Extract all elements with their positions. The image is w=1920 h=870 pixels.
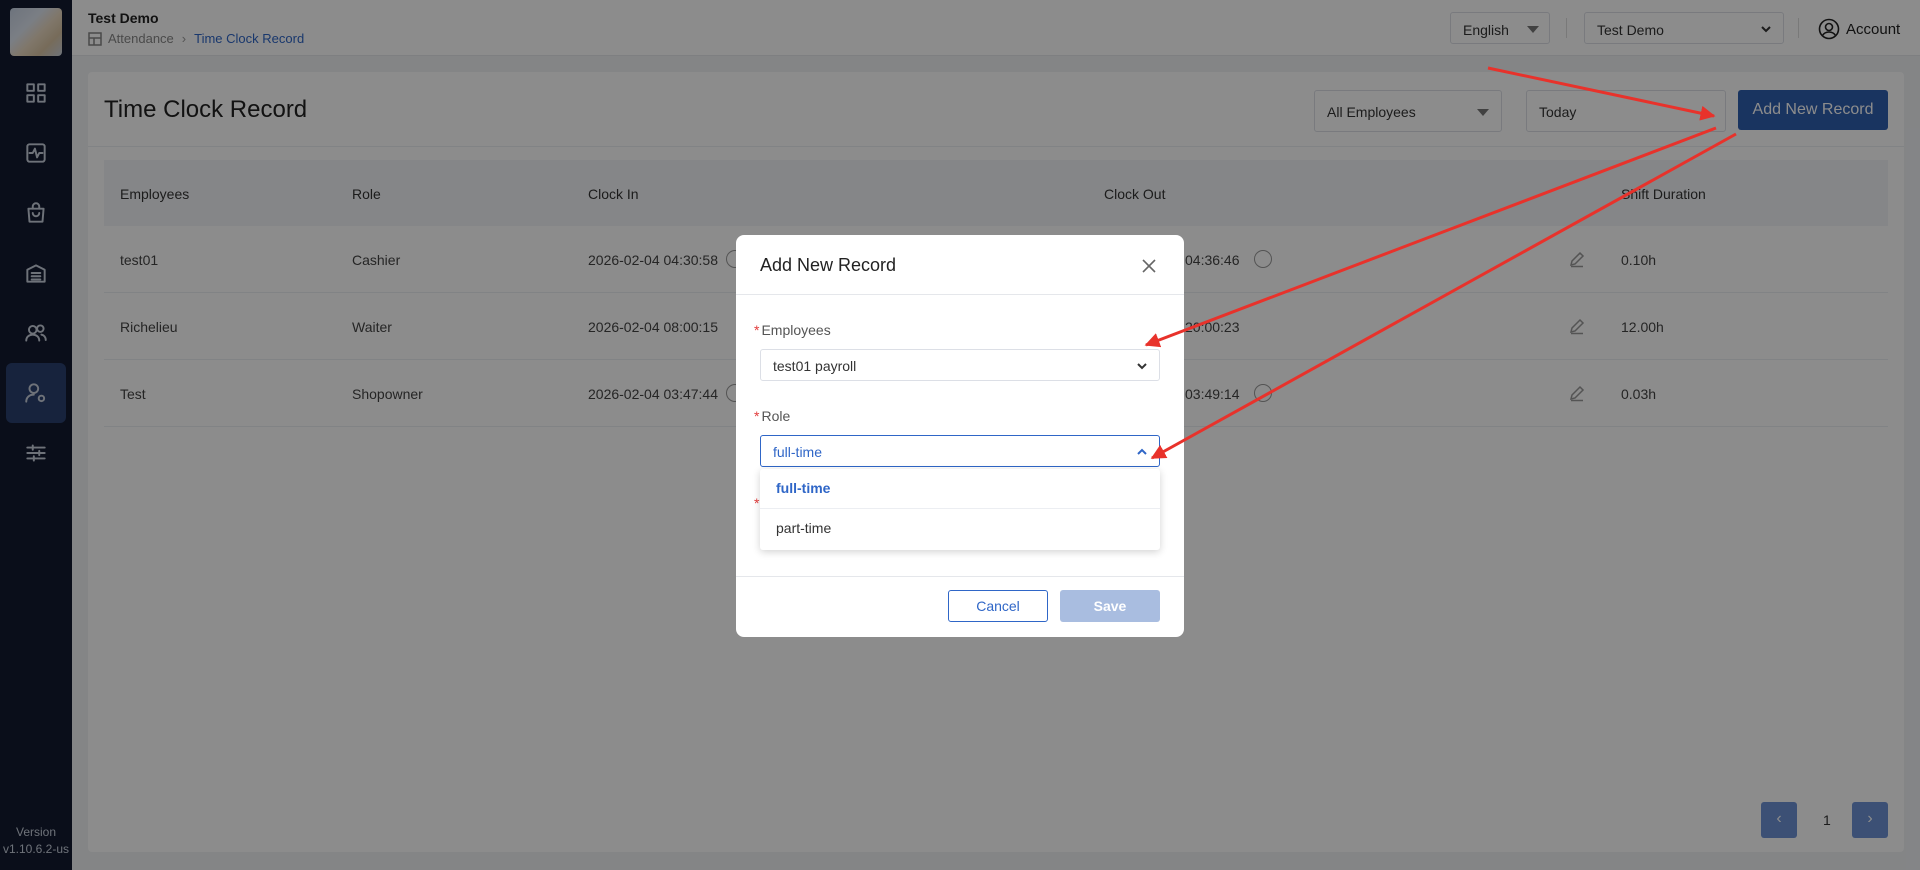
role-select-value: full-time bbox=[773, 444, 823, 460]
modal-footer-divider bbox=[736, 576, 1184, 577]
save-button[interactable]: Save bbox=[1060, 590, 1160, 622]
role-label-text: Role bbox=[761, 408, 791, 424]
role-option-full-time[interactable]: full-time bbox=[760, 469, 1160, 509]
required-mark: * bbox=[754, 408, 760, 424]
required-mark: * bbox=[754, 495, 760, 511]
chevron-up-icon bbox=[1137, 448, 1147, 455]
role-label: * Role bbox=[754, 408, 790, 424]
employees-select[interactable]: test01 payroll bbox=[760, 349, 1160, 381]
role-option-part-time[interactable]: part-time bbox=[760, 509, 1160, 549]
chevron-down-icon bbox=[1137, 363, 1147, 370]
add-record-modal: Add New Record * Employees test01 payroll… bbox=[736, 235, 1184, 637]
employees-select-value: test01 payroll bbox=[773, 358, 857, 374]
modal-divider bbox=[736, 294, 1184, 295]
role-dropdown-menu: full-time part-time bbox=[760, 469, 1160, 550]
employees-label: * Employees bbox=[754, 322, 831, 338]
role-select[interactable]: full-time bbox=[760, 435, 1160, 467]
close-icon[interactable] bbox=[1140, 257, 1158, 275]
required-mark: * bbox=[754, 322, 760, 338]
employees-label-text: Employees bbox=[761, 322, 831, 338]
modal-title: Add New Record bbox=[760, 255, 897, 275]
cancel-button[interactable]: Cancel bbox=[948, 590, 1048, 622]
